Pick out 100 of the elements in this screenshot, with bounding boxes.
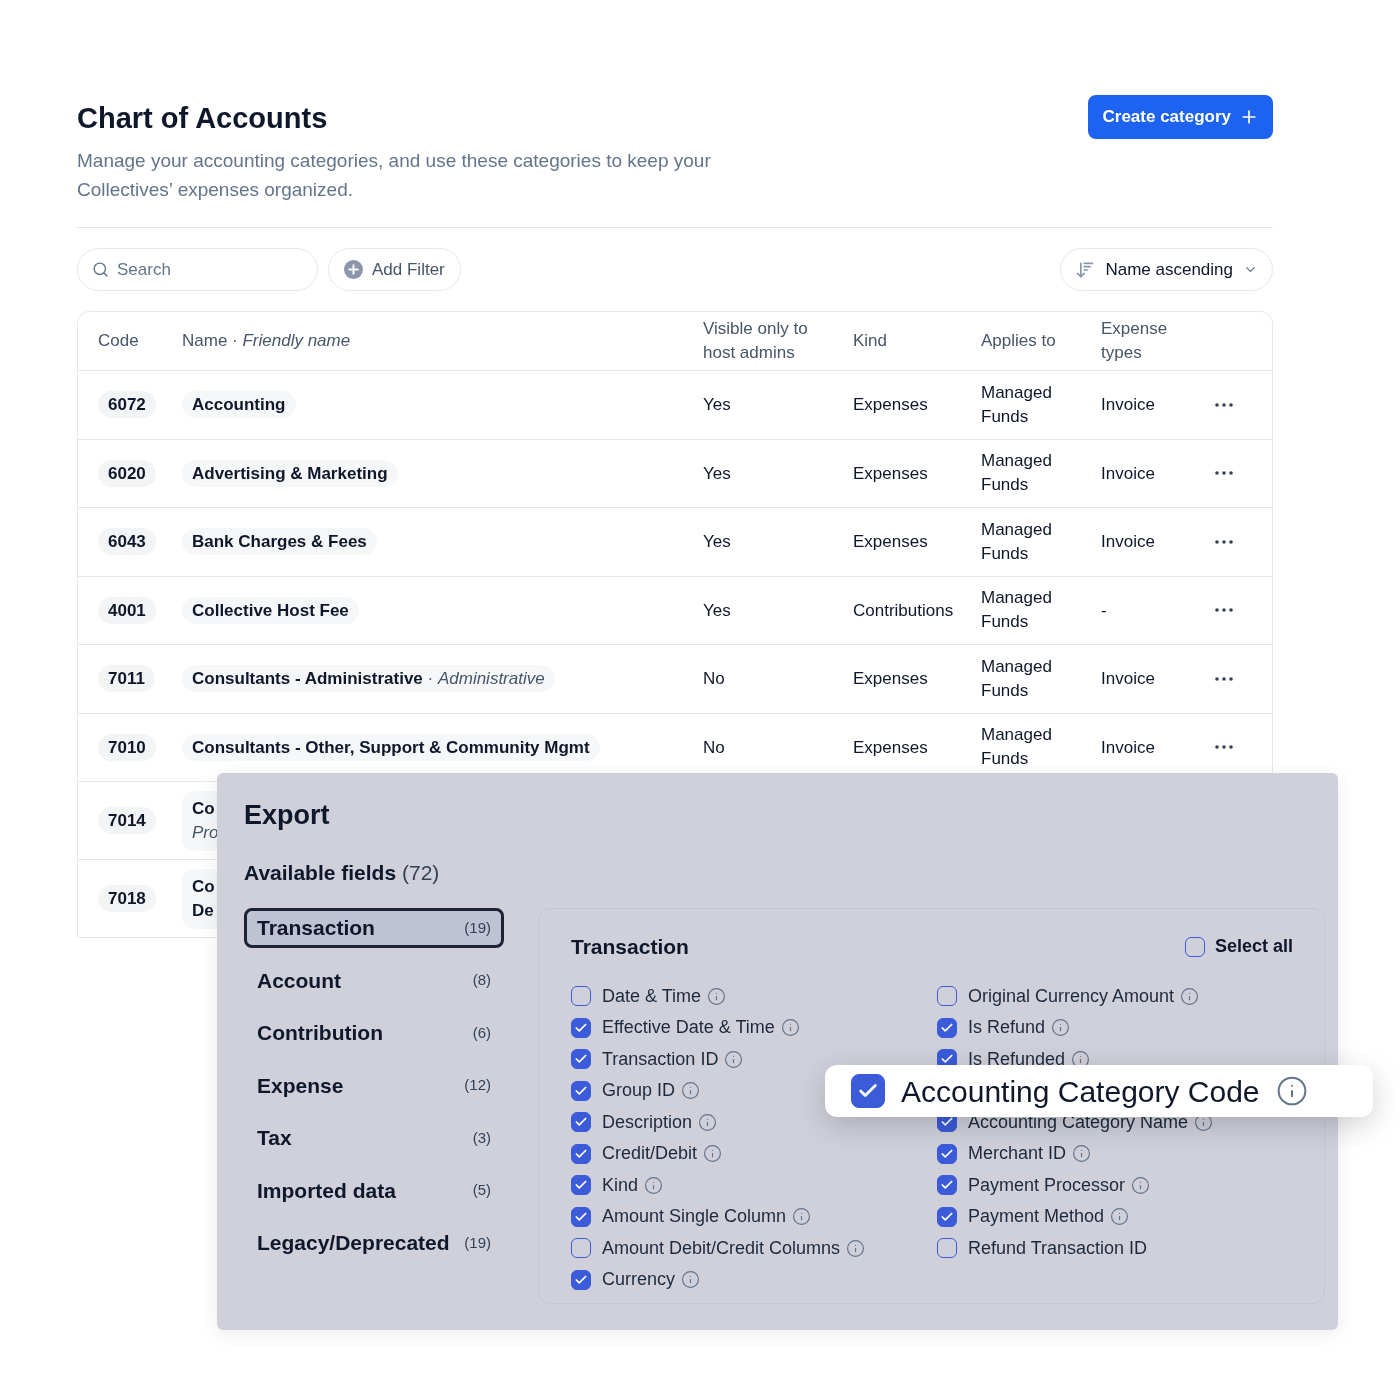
field-group-tab[interactable]: Imported data (5) [244, 1170, 504, 1211]
checkbox[interactable] [571, 1080, 591, 1101]
table-cell-text: Yes [703, 394, 732, 416]
account-name: Collective Host Fee [182, 596, 359, 624]
info-icon [644, 1175, 664, 1195]
field-label: Refund Transaction ID [968, 1236, 1148, 1260]
table-cell-text: Managed Funds [981, 381, 1053, 428]
account-code: 7018 [98, 884, 156, 912]
info-icon [846, 1238, 866, 1258]
table-cell-text: Managed Funds [981, 655, 1053, 702]
field-label: Description [602, 1110, 693, 1134]
info-icon [703, 1144, 723, 1164]
info-icon [792, 1207, 812, 1227]
search-field[interactable]: Search [77, 248, 318, 291]
checkbox[interactable] [937, 1175, 957, 1196]
checkbox[interactable] [571, 986, 591, 1007]
account-name: Advertising & Marketing [182, 459, 398, 487]
table-cell-text: No [703, 668, 726, 690]
checkbox[interactable] [937, 986, 957, 1007]
field-group-tab[interactable]: Legacy/Deprecated (19) [244, 1223, 504, 1263]
table-cell-text: Managed Funds [981, 724, 1053, 771]
table-cell-text: Invoice [1101, 531, 1156, 553]
page-description: Manage your accounting categories, and use these categories to keep your Collectives’ expenses organized. [77, 149, 712, 202]
field-label: Amount Debit/Credit Columns [602, 1236, 841, 1260]
account-code: 7011 [98, 665, 155, 692]
account-code: 7010 [98, 733, 156, 761]
account-name: Consultants - Administrative · Administrative [182, 665, 555, 692]
info-icon [681, 1081, 701, 1101]
table-cell-text: Yes [703, 599, 732, 622]
table-cell-text: Invoice [1101, 736, 1156, 759]
field-label: Group ID [602, 1079, 676, 1103]
info-icon [1110, 1207, 1130, 1227]
field-group-tab[interactable]: Contribution (6) [244, 1013, 504, 1053]
more-icon [1215, 676, 1233, 681]
checkbox[interactable] [571, 1175, 591, 1196]
info-icon [1131, 1175, 1151, 1195]
field-label: Payment Method [968, 1205, 1105, 1229]
table-cell-text: Contributions [853, 599, 955, 622]
more-icon [1215, 745, 1233, 750]
table-cell-text: No [703, 736, 726, 759]
field-group-tab[interactable]: Expense (12) [244, 1065, 504, 1106]
checkbox[interactable] [937, 1206, 957, 1227]
column-header: Applies to [981, 330, 1057, 352]
table-cell-text: Yes [703, 531, 732, 553]
more-icon [1215, 402, 1233, 407]
table-cell-text: Expenses [853, 531, 929, 553]
account-code: 7014 [98, 806, 156, 834]
info-icon [724, 1049, 744, 1069]
table-cell-text: Invoice [1101, 668, 1156, 690]
checkbox[interactable] [571, 1206, 591, 1227]
plus-circle-icon [344, 260, 363, 279]
table-cell-text: Expenses [853, 668, 929, 690]
table-cell-text: Yes [703, 462, 732, 485]
checkbox[interactable] [571, 1049, 591, 1070]
checkbox[interactable] [571, 1017, 591, 1038]
more-icon [1215, 471, 1233, 476]
account-code: 6043 [98, 528, 156, 555]
field-label: Accounting Category Code [901, 1073, 1260, 1110]
table-cell-text: Expenses [853, 462, 929, 485]
table-cell-text: Invoice [1101, 462, 1156, 485]
field-label: Date & Time [602, 984, 702, 1008]
info-icon [707, 986, 727, 1006]
field-group-tab[interactable]: Tax (3) [244, 1118, 504, 1158]
field-label: Credit/Debit [602, 1142, 698, 1166]
table-cell-text: Expenses [853, 394, 929, 416]
table-cell-text: - [1101, 599, 1108, 622]
field-label: Original Currency Amount [968, 984, 1175, 1008]
info-icon [1051, 1018, 1071, 1038]
account-name: Bank Charges & Fees [182, 528, 377, 555]
table-cell-text: Invoice [1101, 394, 1156, 416]
checkbox[interactable] [571, 1238, 591, 1259]
field-label: Currency [602, 1268, 676, 1292]
checkbox[interactable] [571, 1143, 591, 1164]
field-group-tab[interactable]: Account (8) [244, 960, 504, 1001]
checkbox[interactable] [937, 1143, 957, 1164]
field-label: Accounting Category Name [968, 1110, 1189, 1134]
fields-card-title: Transaction [571, 934, 689, 960]
field-group-tab[interactable]: Transaction (19) [244, 908, 504, 948]
field-label: Payment Processor [968, 1173, 1126, 1197]
field-label: Amount Single Column [602, 1205, 787, 1229]
checkbox[interactable] [571, 1269, 591, 1290]
field-label: Is Refund [968, 1016, 1046, 1040]
column-header: Kind [853, 330, 889, 352]
checkbox[interactable] [937, 1017, 957, 1038]
more-icon [1215, 539, 1233, 544]
table-cell-text: Managed Funds [981, 518, 1053, 565]
select-all-checkbox[interactable]: Select all [1184, 933, 1293, 961]
column-header: Expense types [1101, 318, 1169, 364]
checkbox[interactable] [851, 1074, 885, 1108]
table-cell-text: Managed Funds [981, 450, 1053, 497]
info-icon [1180, 986, 1200, 1006]
checkbox[interactable] [937, 1238, 957, 1259]
account-name: Accounting [182, 391, 296, 418]
info-icon [698, 1112, 718, 1132]
more-icon [1215, 608, 1233, 613]
info-icon [681, 1270, 701, 1290]
checkbox[interactable] [571, 1112, 591, 1133]
checkbox[interactable] [1184, 936, 1205, 957]
create-category-button[interactable]: Create category [1088, 95, 1273, 139]
account-name: Consultants - Other, Support & Community Mgmt [182, 733, 600, 761]
